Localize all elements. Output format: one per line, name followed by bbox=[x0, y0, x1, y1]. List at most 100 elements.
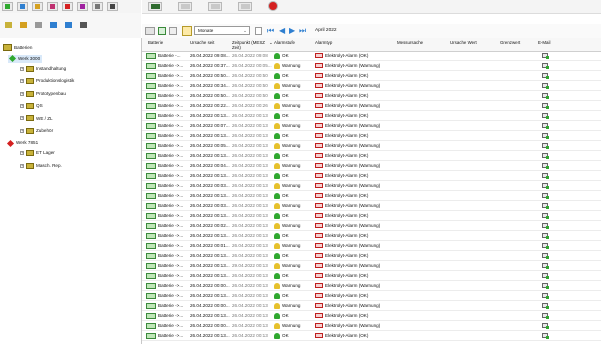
battery-icon bbox=[146, 252, 156, 259]
rectangle-icon[interactable] bbox=[32, 2, 43, 11]
header-alarm-level[interactable]: Alarmstufe bbox=[274, 38, 314, 51]
table-row[interactable]: Batterie ->... 26.04.2022 00:13... 26.04.2… bbox=[142, 331, 601, 341]
table-row[interactable]: Batterie ->... 26.04.2022 00:00... 26.04.2… bbox=[142, 321, 601, 331]
header-measure-cause[interactable]: Messursache bbox=[397, 38, 447, 51]
tree-root[interactable]: Batterien bbox=[3, 44, 32, 52]
chart-icon[interactable] bbox=[47, 2, 58, 11]
check-icon bbox=[546, 55, 549, 59]
expand-icon[interactable]: + bbox=[20, 151, 24, 156]
header-limit[interactable]: Grenzwert bbox=[500, 38, 536, 51]
sidebar-item[interactable]: Werk 7851 bbox=[6, 139, 38, 147]
table-row[interactable]: Batterie ->... 26.04.2022 00:07... 26.04.2… bbox=[142, 121, 601, 131]
header-email[interactable]: E-Mail bbox=[538, 38, 568, 51]
alarm-type-cell: Elektrolyt-Alarm (Warnung) bbox=[315, 221, 395, 231]
help-icon[interactable] bbox=[63, 21, 74, 30]
table-row[interactable]: Batterie ->... 26.04.2022 00:13... 26.04.2… bbox=[142, 151, 601, 161]
table-row[interactable]: Batterie ->... 26.04.2022 00:13... 26.04.2… bbox=[142, 211, 601, 221]
table-row[interactable]: Batterie ->... 26.04.2022 00:13... 26.04.2… bbox=[142, 251, 601, 261]
alarm-tab[interactable] bbox=[268, 1, 278, 11]
table-row[interactable]: Batterie ->... 26.04.2022 00:13... 26.04.2… bbox=[142, 191, 601, 201]
expand-icon[interactable]: + bbox=[20, 66, 24, 71]
check-icon bbox=[546, 65, 549, 69]
help-icon[interactable] bbox=[169, 27, 177, 35]
time-cell: 26.04.2022 00:13 bbox=[232, 193, 268, 198]
battery-icon bbox=[146, 302, 156, 309]
blank-tab[interactable] bbox=[208, 2, 222, 11]
battery-name: Batterie ->... bbox=[158, 243, 184, 248]
sidebar-item[interactable]: + WE / ZL bbox=[20, 115, 53, 123]
table-row[interactable]: Batterie ->... 26.04.2022 00:13... 26.04.2… bbox=[142, 231, 601, 241]
header-battery[interactable]: Batterie bbox=[148, 38, 188, 51]
delete-icon[interactable] bbox=[33, 21, 44, 30]
table-row[interactable]: Batterie ->... 26.04.2022 00:34... 26.04.2… bbox=[142, 81, 601, 91]
sidebar-item-label: Instandhaltung bbox=[36, 66, 67, 71]
table-row[interactable]: Batterie ->... 26.04.2022 00:50... 26.04.2… bbox=[142, 71, 601, 81]
table-row[interactable]: Batterie ->... 26.04.2022 00:03... 26.04.2… bbox=[142, 181, 601, 191]
header-alarm-type[interactable]: Alarmtyp bbox=[315, 38, 395, 51]
header-cause-since[interactable]: Ursache seit bbox=[190, 38, 230, 51]
table-row[interactable]: Batterie ->... 26.04.2022 00:13... 26.04.2… bbox=[142, 131, 601, 141]
sidebar-item[interactable]: Werk 3000 bbox=[8, 55, 43, 63]
lamp-icon[interactable] bbox=[62, 2, 73, 11]
grid-icon[interactable] bbox=[17, 2, 28, 11]
expand-icon[interactable]: + bbox=[20, 79, 24, 84]
sidebar-item[interactable]: + Masch. Rep. bbox=[20, 162, 62, 170]
table-row[interactable]: Batterie ->... 26.04.2022 00:13... 29.04.2… bbox=[142, 261, 601, 271]
pen-icon[interactable] bbox=[77, 2, 88, 11]
map-icon[interactable] bbox=[2, 2, 13, 11]
open-icon[interactable] bbox=[18, 21, 29, 30]
expand-icon[interactable]: + bbox=[20, 91, 24, 96]
table-row[interactable]: Batterie ->... 26.04.2022 00:13... 26.04.2… bbox=[142, 111, 601, 121]
table-row[interactable]: Batterie ->... 26.04.2022 00:50... 26.04.2… bbox=[142, 91, 601, 101]
table-row[interactable]: Batterie -... 26.04.2022 09:08... 26.04.20… bbox=[142, 51, 601, 61]
table-row[interactable]: Batterie ->... 26.04.2022 00:00... 26.04.2… bbox=[142, 281, 601, 291]
bell-warning-icon bbox=[274, 142, 280, 149]
search-icon[interactable] bbox=[78, 21, 89, 30]
filter-icon[interactable] bbox=[158, 27, 166, 35]
table-row[interactable]: Batterie ->... 26.04.2022 00:13... 26.04.2… bbox=[142, 311, 601, 321]
calendar-picker-icon[interactable] bbox=[255, 27, 262, 35]
first-page-icon[interactable]: ⏮ bbox=[267, 26, 274, 35]
alarm-level-text: Warnung bbox=[282, 123, 301, 128]
table-row[interactable]: Batterie ->... 26.04.2022 00:03... 26.04.2… bbox=[142, 201, 601, 211]
table-row[interactable]: Batterie ->... 26.04.2022 00:02... 26.04.2… bbox=[142, 221, 601, 231]
sidebar-item[interactable]: + Prototypenbau bbox=[20, 90, 66, 98]
expand-icon[interactable]: + bbox=[20, 116, 24, 121]
sidebar-item[interactable]: + Zubehör bbox=[20, 127, 53, 135]
period-select[interactable]: Monate ⌄ bbox=[194, 26, 250, 35]
table-row[interactable]: Batterie ->... 26.04.2022 00:13... 26.04.2… bbox=[142, 271, 601, 281]
table-row[interactable]: Batterie ->... 26.04.2022 00:37... 26.04.2… bbox=[142, 61, 601, 71]
header-cause-value[interactable]: Ursache Wert bbox=[450, 38, 495, 51]
expand-icon[interactable]: + bbox=[20, 163, 24, 168]
refresh-icon[interactable] bbox=[48, 21, 59, 30]
pin-icon-glyph bbox=[110, 4, 115, 9]
sidebar-item[interactable]: + Instandhaltung bbox=[20, 65, 66, 73]
sidebar-item-label: Zubehör bbox=[36, 128, 54, 133]
table-tab[interactable] bbox=[148, 2, 162, 11]
table-row[interactable]: Batterie ->... 26.04.2022 00:22... 26.04.2… bbox=[142, 101, 601, 111]
prev-page-icon[interactable]: ◀ bbox=[279, 26, 285, 35]
table-row[interactable]: Batterie ->... 26.04.2022 00:04... 26.04.2… bbox=[142, 161, 601, 171]
calendar-icon[interactable] bbox=[182, 26, 192, 36]
table-row[interactable]: Batterie ->... 26.04.2022 00:01... 26.04.2… bbox=[142, 241, 601, 251]
last-page-icon[interactable]: ⏭ bbox=[299, 26, 306, 35]
sidebar-item[interactable]: + QS bbox=[20, 102, 43, 110]
folder-icon[interactable] bbox=[3, 21, 14, 30]
table-row[interactable]: Batterie ->... 26.04.2022 00:13... 26.04.2… bbox=[142, 291, 601, 301]
expand-icon[interactable]: + bbox=[20, 128, 24, 133]
header-time[interactable]: Zeitpunkt (MESZ Zeit) bbox=[232, 38, 272, 51]
table-row[interactable]: Batterie ->... 26.04.2022 00:13... 26.04.2… bbox=[142, 171, 601, 181]
bell-ok-icon bbox=[274, 252, 280, 259]
table-row[interactable]: Batterie ->... 26.04.2022 00:00... 26.04.2… bbox=[142, 301, 601, 311]
export-icon[interactable] bbox=[145, 27, 155, 35]
next-page-icon[interactable]: ▶ bbox=[289, 26, 295, 35]
window-tab[interactable] bbox=[238, 2, 252, 11]
pin-icon[interactable] bbox=[107, 2, 118, 11]
table-row[interactable]: Batterie ->... 26.04.2022 00:05... 26.04.2… bbox=[142, 141, 601, 151]
document-icon[interactable] bbox=[92, 2, 103, 11]
sidebar-item[interactable]: + ET Lager bbox=[20, 149, 55, 157]
expand-icon[interactable]: + bbox=[20, 103, 24, 108]
electrolyte-icon bbox=[315, 263, 323, 269]
grid-tab[interactable] bbox=[178, 2, 192, 11]
sidebar-item[interactable]: + Produktionslogistik bbox=[20, 77, 74, 85]
